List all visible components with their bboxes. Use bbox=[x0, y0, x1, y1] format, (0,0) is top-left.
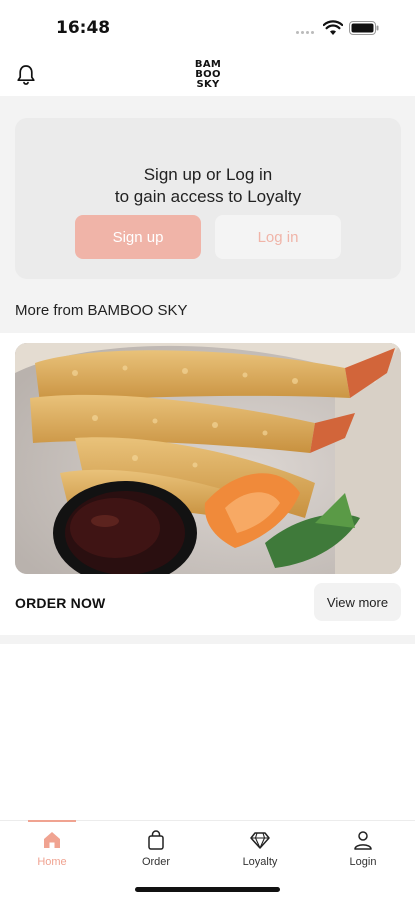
diamond-icon bbox=[250, 832, 270, 849]
home-icon bbox=[44, 832, 60, 848]
sign-up-button[interactable]: Sign up bbox=[75, 215, 201, 259]
tab-loyalty-label: Loyalty bbox=[242, 856, 278, 868]
section-title: More from BAMBOO SKY bbox=[15, 302, 188, 319]
tab-order-label: Order bbox=[141, 856, 171, 868]
active-tab-indicator bbox=[28, 820, 76, 822]
signal-icon bbox=[296, 31, 316, 35]
brand-logo: BAM BOO SKY bbox=[194, 59, 222, 90]
tab-home[interactable]: Home bbox=[0, 820, 104, 881]
tab-order[interactable]: Order bbox=[104, 821, 208, 881]
main-content: Sign up or Log in to gain access to Loya… bbox=[0, 96, 415, 644]
login-prompt-card: Sign up or Log in to gain access to Loya… bbox=[15, 118, 401, 279]
order-now-label[interactable]: ORDER NOW bbox=[15, 595, 105, 611]
tab-loyalty[interactable]: Loyalty bbox=[208, 821, 312, 881]
tab-home-label: Home bbox=[37, 856, 67, 868]
user-icon bbox=[354, 831, 372, 850]
app-header: BAM BOO SKY bbox=[0, 56, 415, 96]
bell-icon[interactable] bbox=[16, 64, 36, 86]
status-bar: 16:48 bbox=[0, 0, 415, 56]
tab-login-label: Login bbox=[349, 856, 377, 868]
promo-card[interactable]: ORDER NOW View more bbox=[0, 333, 415, 635]
view-more-button[interactable]: View more bbox=[314, 583, 401, 621]
tab-login[interactable]: Login bbox=[311, 821, 415, 881]
promo-food-image[interactable] bbox=[15, 343, 401, 574]
login-prompt-title: Sign up or Log in to gain access to Loya… bbox=[114, 165, 302, 206]
wifi-icon bbox=[323, 20, 343, 35]
home-indicator[interactable] bbox=[135, 887, 280, 892]
battery-icon bbox=[349, 21, 379, 35]
bag-icon bbox=[148, 830, 164, 850]
status-time: 16:48 bbox=[56, 18, 111, 38]
log-in-button[interactable]: Log in bbox=[215, 215, 341, 259]
